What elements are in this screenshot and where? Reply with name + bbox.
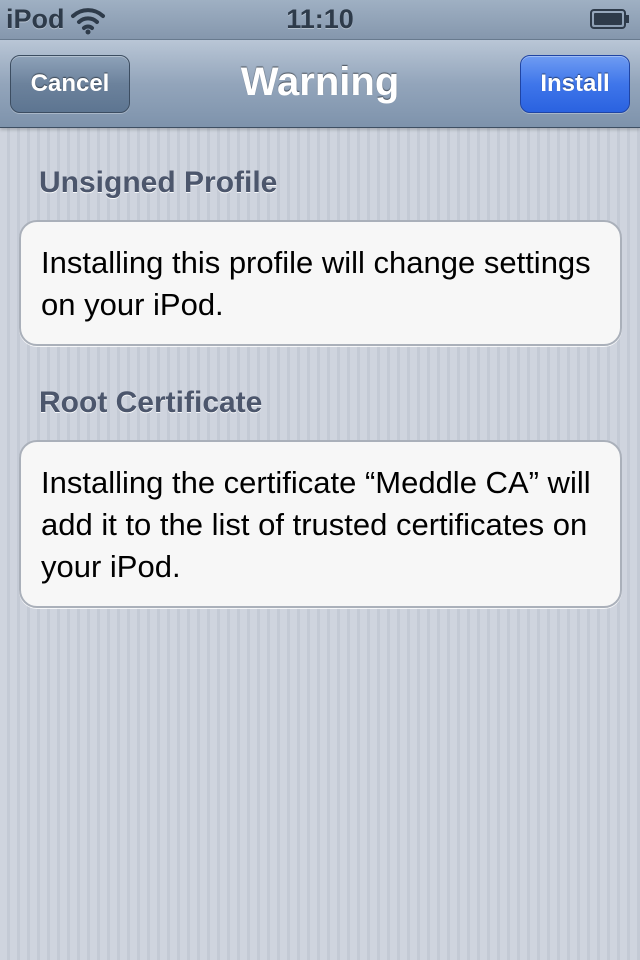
- unsigned-profile-card: Installing this profile will change sett…: [19, 220, 622, 346]
- install-button[interactable]: Install: [520, 55, 630, 113]
- status-time: 11:10: [286, 4, 354, 34]
- unsigned-profile-description: Installing this profile will change sett…: [41, 245, 591, 322]
- battery-icon: [590, 9, 629, 29]
- root-certificate-card: Installing the certificate “Meddle CA” w…: [19, 440, 622, 608]
- status-bar: iPod 11:10: [0, 0, 640, 40]
- root-certificate-description: Installing the certificate “Meddle CA” w…: [41, 465, 591, 584]
- section-header-root-certificate: Root Certificate: [39, 386, 263, 419]
- navigation-bar: Cancel Warning Install: [0, 40, 640, 128]
- section-header-unsigned-profile: Unsigned Profile: [39, 166, 278, 199]
